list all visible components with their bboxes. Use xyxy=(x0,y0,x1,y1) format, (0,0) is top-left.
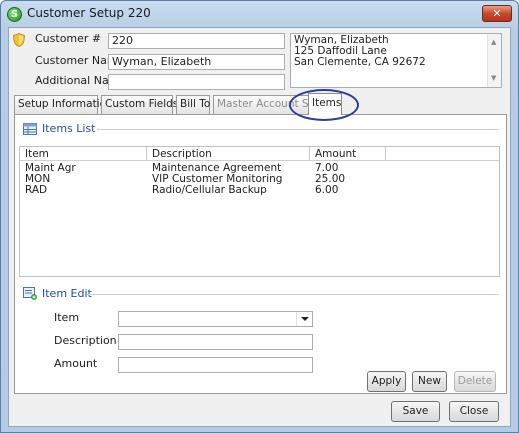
address-line-city: San Clemente, CA 92672 xyxy=(294,56,426,68)
save-button[interactable]: Save xyxy=(391,401,440,422)
additional-name-field[interactable] xyxy=(108,74,285,90)
item-label: Item xyxy=(54,311,80,324)
delete-button: Delete xyxy=(454,371,496,392)
window-title: Customer Setup 220 xyxy=(27,6,151,20)
description-label: Description xyxy=(54,334,117,347)
scroll-up-icon[interactable]: ▲ xyxy=(491,37,496,48)
window-close-button[interactable]: ✕ xyxy=(482,5,512,22)
customer-setup-window: S Customer Setup 220 ✕ Customer # 220 Cu… xyxy=(0,0,519,433)
tab-items[interactable]: Items xyxy=(308,93,342,115)
dialog-body: Customer # 220 Customer Name Wyman, Eliz… xyxy=(8,27,511,427)
tab-bill-to[interactable]: Bill To xyxy=(176,95,210,114)
shield-icon xyxy=(13,33,25,47)
items-grid[interactable]: Item Description Amount Maint Agr Mainte… xyxy=(19,146,500,277)
item-edit-divider xyxy=(87,294,499,295)
items-tab-panel: Items List Item Description Amount Maint… xyxy=(14,114,507,394)
customer-name-field[interactable]: Wyman, Elizabeth xyxy=(108,54,285,70)
item-edit-title: Item Edit xyxy=(42,287,92,300)
close-button[interactable]: Close xyxy=(449,401,499,422)
table-row[interactable]: RAD Radio/Cellular Backup 6.00 xyxy=(20,185,499,196)
items-list-title: Items List xyxy=(42,122,96,135)
column-header-description[interactable]: Description xyxy=(147,147,310,161)
grid-list-icon xyxy=(23,122,37,135)
customer-number-label: Customer # xyxy=(35,32,102,45)
scroll-down-icon[interactable]: ▼ xyxy=(491,73,496,84)
items-list-divider xyxy=(97,129,499,130)
items-grid-header: Item Description Amount xyxy=(20,147,499,161)
app-logo-icon: S xyxy=(7,7,22,22)
description-field[interactable] xyxy=(118,334,313,350)
item-edit-header: Item Edit xyxy=(23,287,92,300)
new-button[interactable]: New xyxy=(412,371,447,392)
tab-bar: Setup Information Custom Fields Bill To … xyxy=(14,93,507,115)
apply-button[interactable]: Apply xyxy=(367,371,406,392)
customer-number-field[interactable]: 220 xyxy=(108,33,285,49)
item-select[interactable] xyxy=(118,311,313,327)
column-header-item[interactable]: Item xyxy=(20,147,147,161)
address-scrollbar[interactable]: ▲ ▼ xyxy=(487,34,501,87)
items-list-header: Items List xyxy=(23,122,96,135)
address-display: Wyman, Elizabeth 125 Daffodil Lane San C… xyxy=(290,33,502,88)
amount-label: Amount xyxy=(54,357,98,370)
row-item-cell: RAD xyxy=(25,184,48,196)
edit-form-icon xyxy=(23,287,37,300)
row-description-cell: Radio/Cellular Backup xyxy=(152,184,267,196)
chevron-down-icon[interactable] xyxy=(296,312,312,326)
tab-setup-information[interactable]: Setup Information xyxy=(14,95,113,114)
title-bar: S Customer Setup 220 ✕ xyxy=(1,1,518,27)
column-header-amount[interactable]: Amount xyxy=(310,147,386,161)
amount-field[interactable] xyxy=(118,357,313,373)
tab-custom-fields[interactable]: Custom Fields xyxy=(101,95,178,114)
row-amount-cell: 6.00 xyxy=(315,184,339,196)
